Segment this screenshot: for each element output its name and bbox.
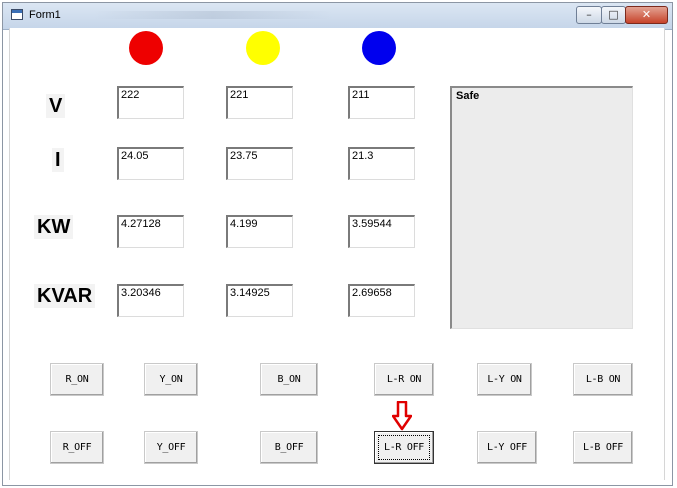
- phase-y-indicator: [246, 31, 280, 65]
- title-bar[interactable]: Form1 – □ ✕: [3, 3, 672, 30]
- phase-r-indicator: [129, 31, 163, 65]
- b-off-button[interactable]: B_OFF: [260, 431, 318, 464]
- voltage-y-field[interactable]: 221: [226, 86, 293, 119]
- status-text: Safe: [456, 90, 480, 102]
- y-off-button[interactable]: Y_OFF: [144, 431, 198, 464]
- kw-b-field[interactable]: 3.59544: [348, 215, 415, 248]
- l-y-on-button[interactable]: L-Y ON: [477, 363, 532, 396]
- kvar-y-field[interactable]: 3.14925: [226, 284, 293, 317]
- phase-b-indicator: [362, 31, 396, 65]
- l-r-off-button[interactable]: L-R OFF: [374, 431, 434, 464]
- r-on-button[interactable]: R_ON: [50, 363, 104, 396]
- y-on-button[interactable]: Y_ON: [144, 363, 198, 396]
- kvar-r-field[interactable]: 3.20346: [117, 284, 184, 317]
- row-label-kw: KW: [34, 215, 74, 239]
- blurred-background-text: [93, 11, 333, 19]
- b-on-button[interactable]: B_ON: [260, 363, 318, 396]
- l-y-off-button[interactable]: L-Y OFF: [477, 431, 537, 464]
- voltage-r-field[interactable]: 222: [117, 86, 184, 119]
- window-title: Form1: [29, 9, 61, 21]
- r-off-button[interactable]: R_OFF: [50, 431, 104, 464]
- status-textbox[interactable]: Safe: [450, 86, 633, 329]
- current-b-field[interactable]: 21.3: [348, 147, 415, 180]
- row-label-current: I: [52, 148, 64, 172]
- app-icon[interactable]: [11, 9, 23, 20]
- maximize-button[interactable]: □: [601, 6, 626, 24]
- current-y-field[interactable]: 23.75: [226, 147, 293, 180]
- minimize-button[interactable]: –: [576, 6, 602, 24]
- l-r-on-button[interactable]: L-R ON: [374, 363, 434, 396]
- l-b-on-button[interactable]: L-B ON: [573, 363, 633, 396]
- voltage-b-field[interactable]: 211: [348, 86, 415, 119]
- current-r-field[interactable]: 24.05: [117, 147, 184, 180]
- row-label-voltage: V: [46, 94, 66, 118]
- kw-y-field[interactable]: 4.199: [226, 215, 293, 248]
- l-b-off-button[interactable]: L-B OFF: [573, 431, 633, 464]
- down-arrow-icon: [392, 401, 412, 431]
- kw-r-field[interactable]: 4.27128: [117, 215, 184, 248]
- close-button[interactable]: ✕: [625, 6, 668, 24]
- row-label-kvar: KVAR: [34, 284, 96, 308]
- kvar-b-field[interactable]: 2.69658: [348, 284, 415, 317]
